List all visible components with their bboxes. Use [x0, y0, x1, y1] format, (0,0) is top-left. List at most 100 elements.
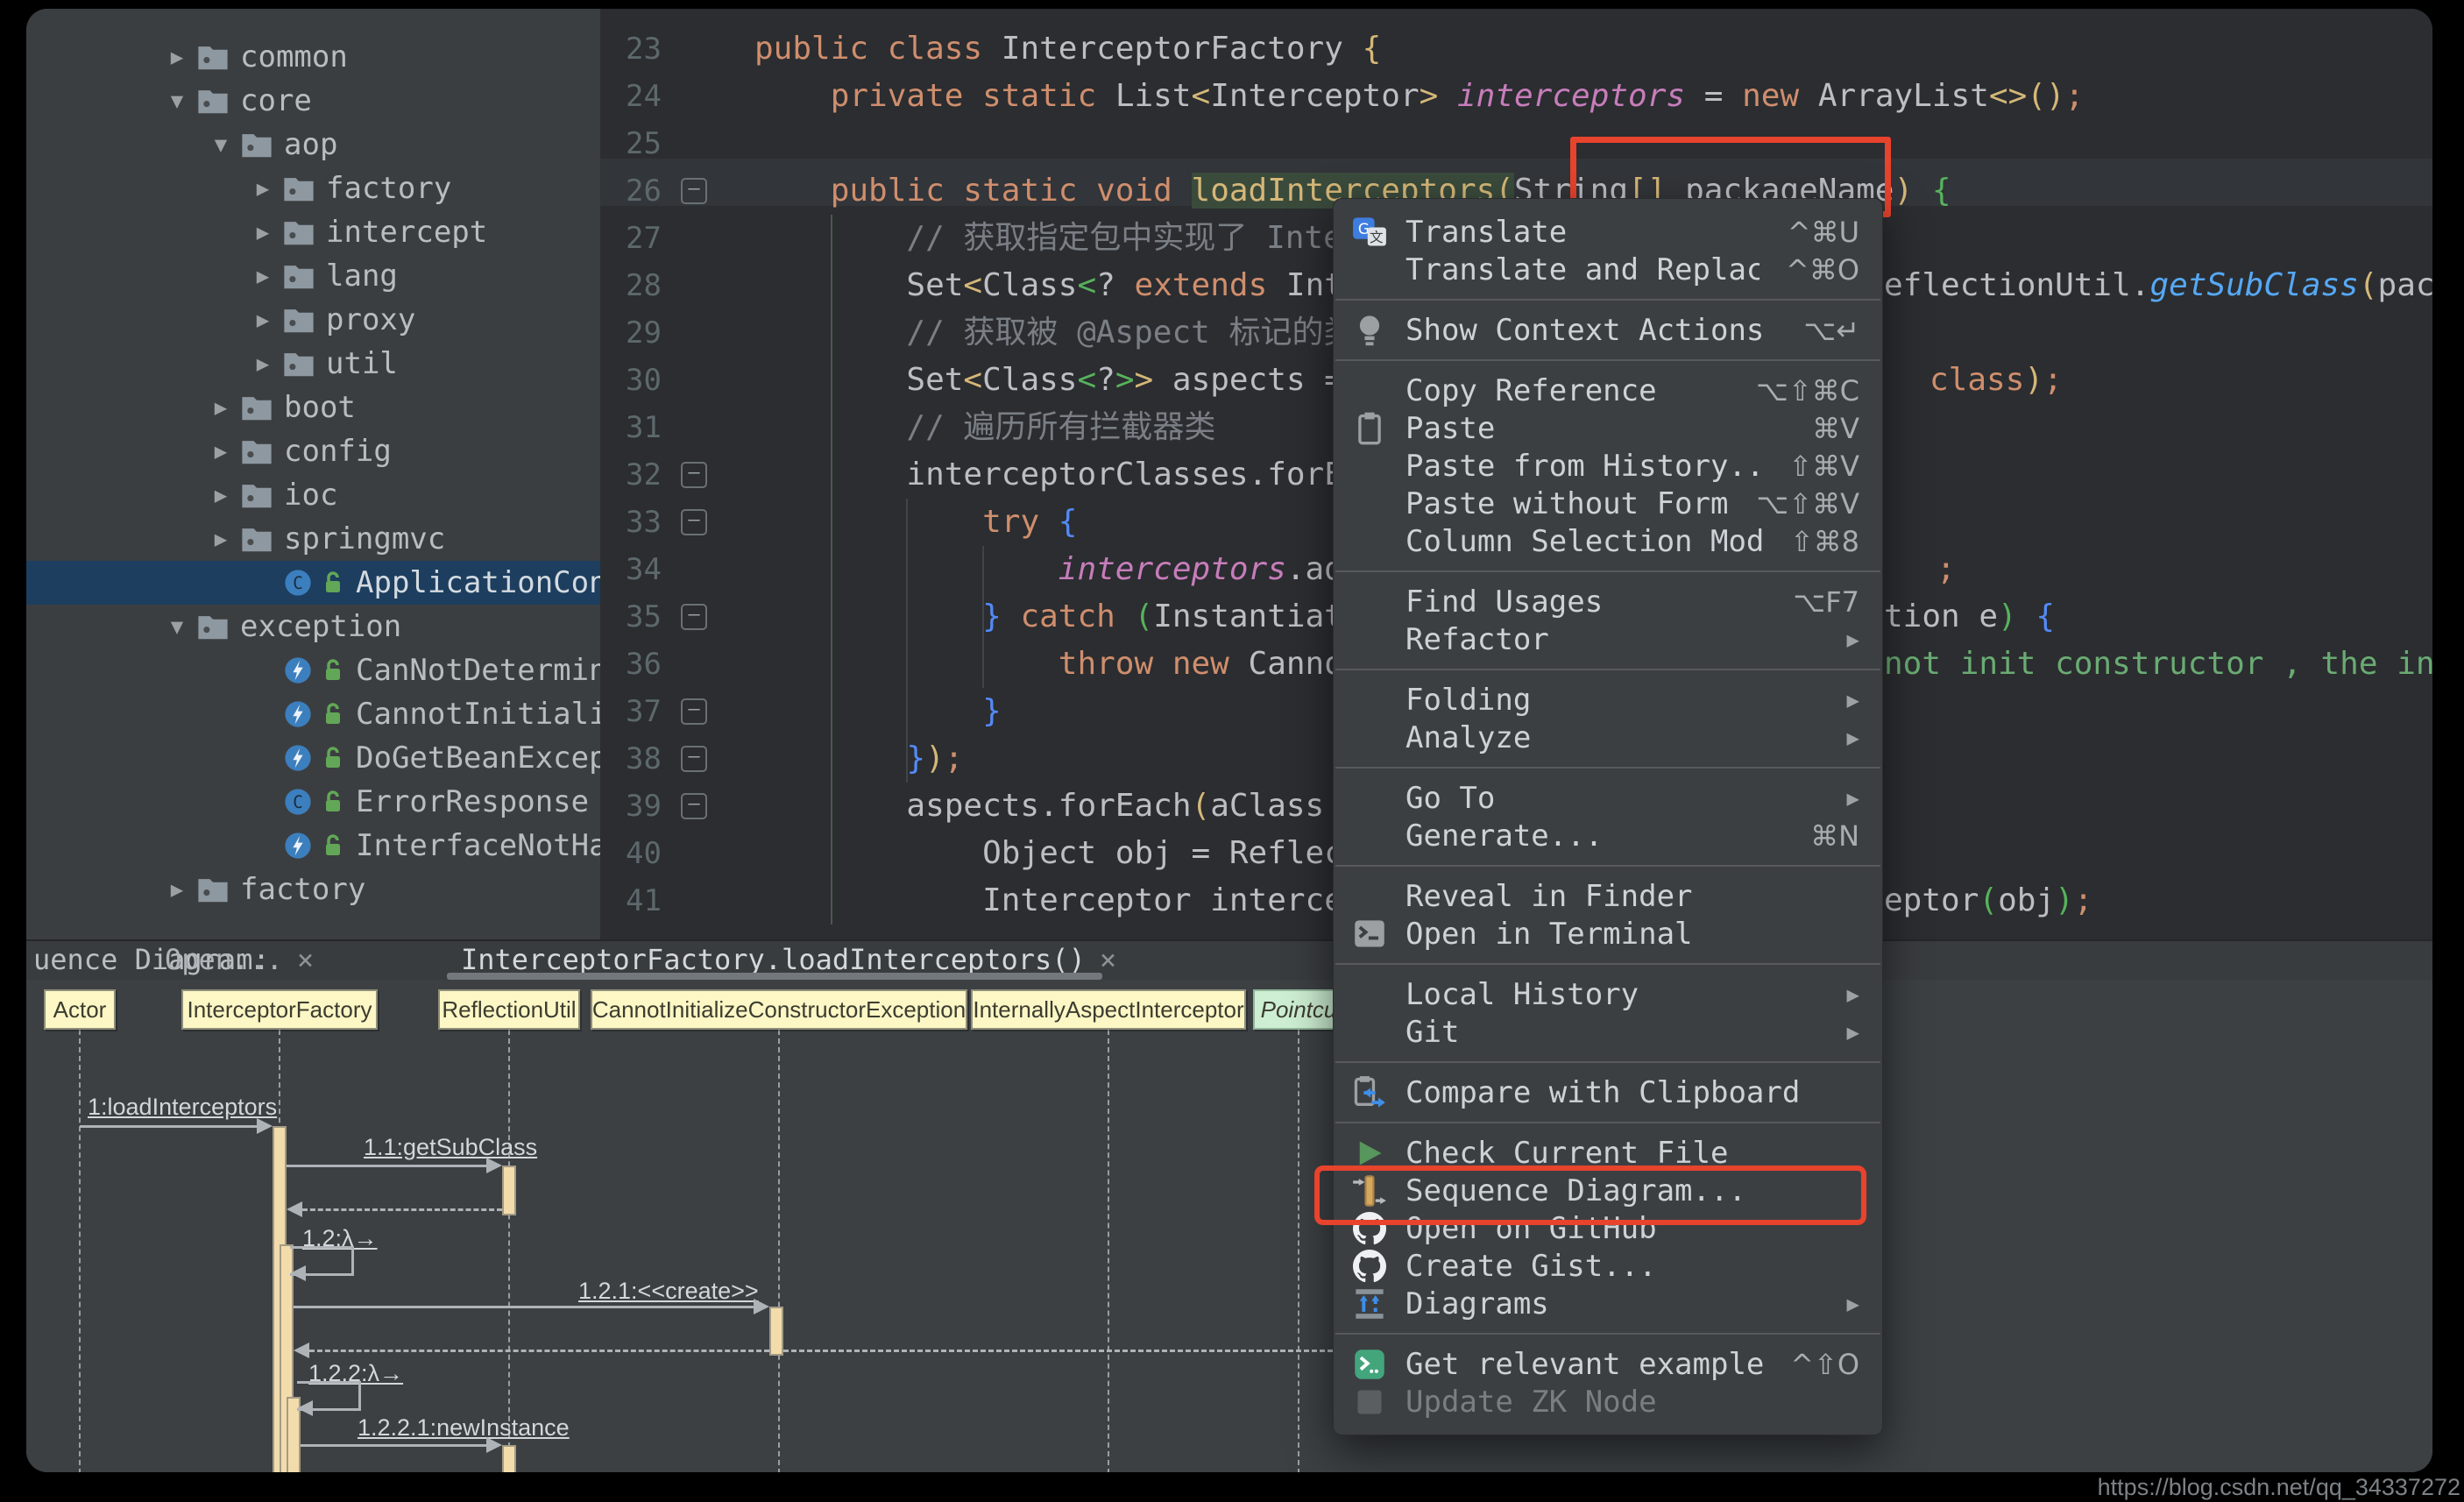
menu-item-paste[interactable]: Paste ⌘V — [1334, 409, 1882, 447]
chevron-right-icon[interactable]: ▶ — [158, 45, 196, 69]
participant-InternallyAspectInterceptor[interactable]: InternallyAspectInterceptor — [971, 989, 1246, 1030]
tree-item-factory[interactable]: ▶ factory — [26, 166, 600, 210]
participant-CannotInitializeConstructorException[interactable]: CannotInitializeConstructorException — [591, 989, 967, 1030]
square-disabled-icon — [1349, 1385, 1390, 1420]
menu-item-label: Local History — [1405, 976, 1639, 1012]
menu-item-refactor[interactable]: Refactor ▶ — [1334, 620, 1882, 658]
menu-item-compare-with-clipboard[interactable]: Compare with Clipboard — [1334, 1073, 1882, 1111]
folder-icon — [282, 259, 321, 294]
github-icon — [1349, 1249, 1390, 1284]
tree-item-springmvc[interactable]: ▶ springmvc — [26, 517, 600, 561]
chevron-right-icon[interactable]: ▶ — [202, 439, 240, 464]
close-icon[interactable]: × — [1086, 943, 1116, 976]
menu-item-git[interactable]: Git ▶ — [1334, 1013, 1882, 1051]
menu-item-paste-from-history[interactable]: Paste from History... ⇧⌘V — [1334, 447, 1882, 485]
code-fragment-line-30: class); — [1929, 362, 2063, 398]
tree-item-ErrorResponse[interactable]: C ErrorResponse — [26, 780, 600, 824]
menu-shortcut: ⇧⌘V — [1788, 449, 1859, 483]
sequence-diagram-canvas[interactable]: Actor InterceptorFactory ReflectionUtil Can… — [26, 980, 2432, 1472]
tree-item-proxy[interactable]: ▶ proxy — [26, 298, 600, 342]
chevron-right-icon[interactable]: ▶ — [202, 483, 240, 507]
menu-item-paste-without-formatting[interactable]: Paste without Formatting ⌥⇧⌘V — [1334, 485, 1882, 522]
menu-item-reveal-in-finder[interactable]: Reveal in Finder — [1334, 877, 1882, 915]
project-tree[interactable]: ▶ common ▼ core ▼ aop ▶ factory ▶ intercept ▶ lang ▶… — [26, 9, 600, 939]
icon-placeholder — [1349, 781, 1390, 816]
menu-separator — [1335, 767, 1880, 769]
tree-item-exception[interactable]: ▼ exception — [26, 605, 600, 648]
tree-item-InterfaceNotHaveImpl[interactable]: InterfaceNotHaveImpl — [26, 824, 600, 868]
menu-separator — [1335, 299, 1880, 301]
lifeline-Actor — [79, 1030, 81, 1472]
context-menu: G文 Translate ^⌘U Translate and Replace... ^⌘… — [1314, 198, 1883, 1435]
tree-item-common[interactable]: ▶ common — [26, 35, 600, 79]
menu-shortcut: ^⇧O — [1790, 1347, 1859, 1381]
tab-open[interactable]: Open... × — [165, 943, 314, 976]
fold-marker-icon[interactable]: – — [681, 462, 707, 488]
fold-marker-icon[interactable]: – — [681, 178, 707, 204]
chevron-right-icon[interactable]: ▶ — [244, 264, 282, 288]
menu-item-copy-reference[interactable]: Copy Reference ⌥⇧⌘C — [1334, 372, 1882, 409]
menu-item-find-usages[interactable]: Find Usages ⌥F7 — [1334, 583, 1882, 620]
folder-icon — [196, 83, 235, 118]
tree-item-ApplicationContext[interactable]: C ApplicationContext — [26, 561, 600, 605]
participant-ReflectionUtil[interactable]: ReflectionUtil — [438, 989, 580, 1030]
fold-marker-icon[interactable]: – — [681, 746, 707, 772]
tree-item-boot[interactable]: ▶ boot — [26, 386, 600, 429]
menu-separator — [1335, 963, 1880, 965]
tree-item-lang[interactable]: ▶ lang — [26, 254, 600, 298]
fold-marker-icon[interactable]: – — [681, 509, 707, 535]
tree-item-core[interactable]: ▼ core — [26, 79, 600, 123]
menu-item-label: Go To — [1405, 780, 1496, 816]
tree-item-ioc[interactable]: ▶ ioc — [26, 473, 600, 517]
message-label: 1.1:getSubClass — [364, 1134, 538, 1160]
tree-item-DoGetBeanException[interactable]: DoGetBeanException — [26, 736, 600, 780]
tree-item-factory[interactable]: ▶ factory — [26, 868, 600, 911]
menu-item-show-context-actions[interactable]: Show Context Actions ⌥↵ — [1334, 311, 1882, 349]
menu-item-generate[interactable]: Generate... ⌘N — [1334, 817, 1882, 854]
tree-item-label: aop — [284, 127, 338, 162]
chevron-down-icon[interactable]: ▼ — [158, 614, 196, 639]
tree-item-config[interactable]: ▶ config — [26, 429, 600, 473]
tree-item-CannotInitializeCons[interactable]: CannotInitializeCons — [26, 692, 600, 736]
menu-shortcut: ⌥⇧⌘C — [1755, 373, 1859, 407]
tree-item-label: lang — [326, 259, 398, 294]
menu-item-label: Analyze — [1405, 719, 1532, 755]
chevron-right-icon[interactable]: ▶ — [244, 308, 282, 332]
menu-item-translate-and-replace[interactable]: Translate and Replace... ^⌘O — [1334, 251, 1882, 288]
tree-item-aop[interactable]: ▼ aop — [26, 123, 600, 166]
chevron-down-icon[interactable]: ▼ — [202, 132, 240, 157]
close-icon[interactable]: × — [283, 943, 314, 976]
lifeline-ReflectionUtil — [508, 1030, 510, 1472]
menu-item-create-gist[interactable]: Create Gist... — [1334, 1247, 1882, 1285]
fold-marker-icon[interactable]: – — [681, 604, 707, 630]
chevron-right-icon[interactable]: ▶ — [244, 351, 282, 376]
menu-item-local-history[interactable]: Local History ▶ — [1334, 975, 1882, 1013]
participant-InterceptorFactory[interactable]: InterceptorFactory — [181, 989, 378, 1030]
menu-item-column-selection-mode[interactable]: Column Selection Mode ⇧⌘8 — [1334, 522, 1882, 560]
participant-Actor[interactable]: Actor — [44, 989, 116, 1030]
participant-Pointcu[interactable]: Pointcu — [1253, 989, 1344, 1030]
fold-marker-icon[interactable]: – — [681, 793, 707, 819]
tree-item-util[interactable]: ▶ util — [26, 342, 600, 386]
menu-item-get-relevant-examples[interactable]: Get relevant examples ^⇧O — [1334, 1345, 1882, 1383]
chevron-right-icon[interactable]: ▶ — [202, 527, 240, 551]
chevron-right-icon[interactable]: ▶ — [244, 176, 282, 201]
menu-item-label: Refactor — [1405, 621, 1549, 657]
menu-item-go-to[interactable]: Go To ▶ — [1334, 779, 1882, 817]
fold-marker-icon[interactable]: – — [681, 698, 707, 725]
menu-item-diagrams[interactable]: Diagrams ▶ — [1334, 1285, 1882, 1322]
menu-shortcut: ^⌘O — [1786, 252, 1859, 287]
chevron-right-icon[interactable]: ▶ — [244, 220, 282, 244]
tree-item-intercept[interactable]: ▶ intercept — [26, 210, 600, 254]
chevron-right-icon[interactable]: ▶ — [202, 395, 240, 420]
chevron-down-icon[interactable]: ▼ — [158, 89, 196, 113]
menu-item-translate[interactable]: G 文 Translate ^⌘U — [1334, 213, 1882, 251]
tree-item-CanNotDetermineTarge[interactable]: CanNotDetermineTarge — [26, 648, 600, 692]
chevron-right-icon[interactable]: ▶ — [158, 877, 196, 902]
tab-loadinterceptors[interactable]: InterceptorFactory.loadInterceptors() × — [461, 943, 1116, 976]
menu-item-label: Git — [1405, 1014, 1460, 1050]
menu-item-open-in-terminal[interactable]: Open in Terminal — [1334, 915, 1882, 953]
menu-separator — [1335, 570, 1880, 572]
menu-item-analyze[interactable]: Analyze ▶ — [1334, 719, 1882, 756]
menu-item-folding[interactable]: Folding ▶ — [1334, 681, 1882, 719]
